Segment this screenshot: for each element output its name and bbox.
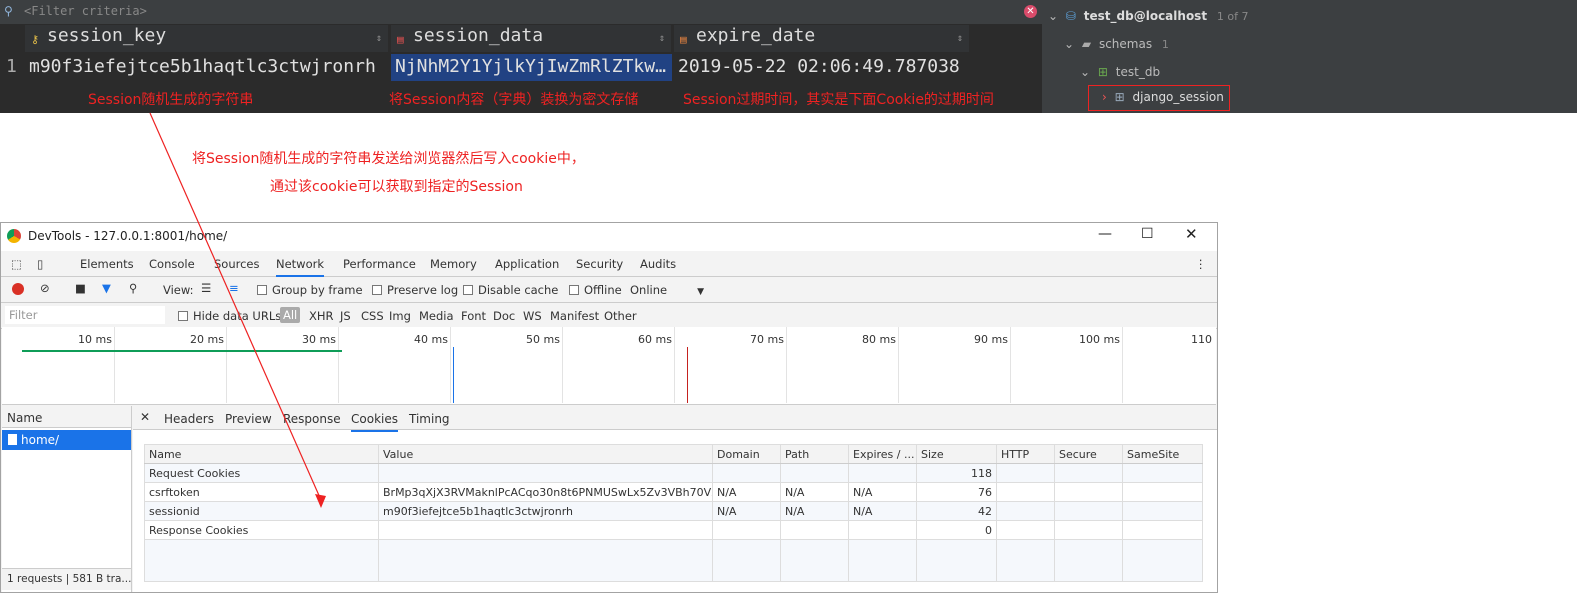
annotation-arrow <box>149 112 326 508</box>
